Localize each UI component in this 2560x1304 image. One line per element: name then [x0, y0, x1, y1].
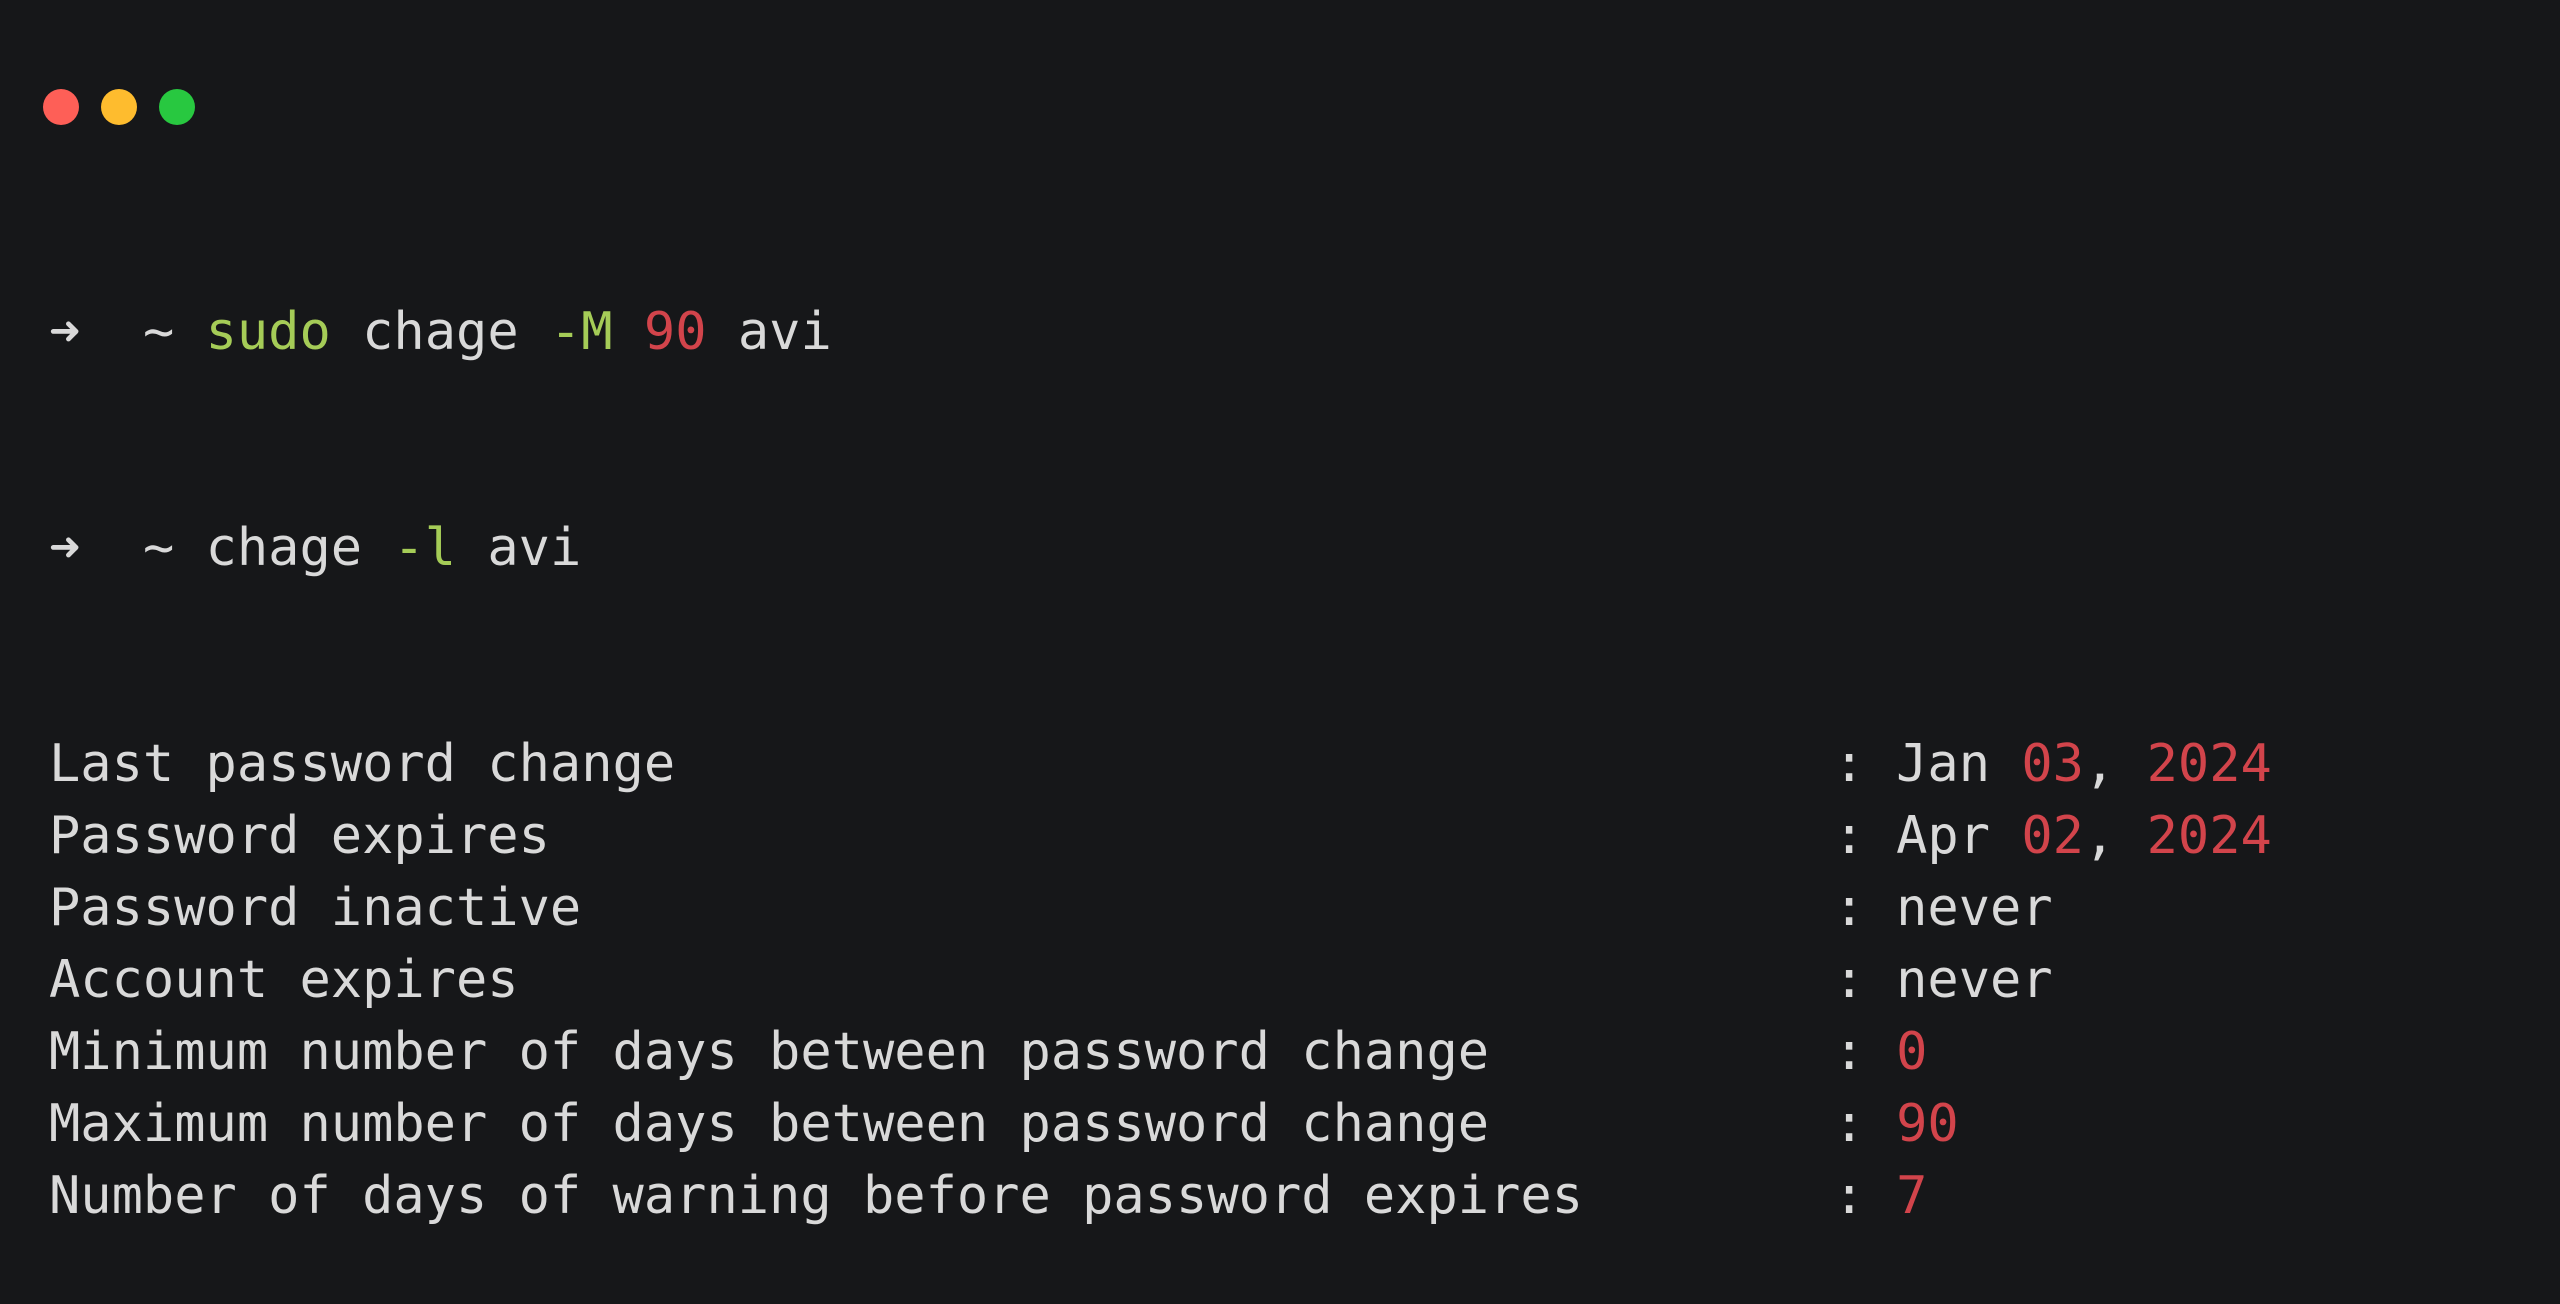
field-value: 03	[2021, 734, 2084, 794]
command: chage	[362, 302, 519, 362]
field-label: Password expires	[49, 806, 550, 866]
output-row: Account expires: never	[49, 944, 2272, 1016]
output-row: Minimum number of days between password …	[49, 1016, 2272, 1088]
separator: :	[1833, 734, 1865, 794]
separator: :	[1833, 1166, 1865, 1226]
field-value: ,	[2083, 734, 2147, 794]
maximize-button[interactable]	[159, 89, 195, 125]
output-row: Number of days of warning before passwor…	[49, 1160, 2272, 1232]
user-arg: avi	[737, 302, 832, 362]
cwd: ~	[142, 302, 175, 362]
output-row: Maximum number of days between password …	[49, 1088, 2272, 1160]
output-row: Password expires: Apr 02, 2024	[49, 800, 2272, 872]
field-label: Number of days of warning before passwor…	[49, 1166, 1584, 1226]
cwd: ~	[142, 518, 175, 578]
field-value: ,	[2083, 806, 2147, 866]
field-label: Password inactive	[49, 878, 582, 938]
command: chage	[205, 518, 363, 578]
command-line: ➜ ~ chage -l avi	[49, 512, 2272, 584]
output-row: Password inactive: never	[49, 872, 2272, 944]
user-arg: avi	[487, 518, 582, 578]
output-row: Last password change: Jan 03, 2024	[49, 728, 2272, 800]
separator: :	[1833, 950, 1865, 1010]
field-label: Minimum number of days between password …	[49, 1022, 1490, 1082]
field-value: 2024	[2146, 734, 2272, 794]
field-label: Account expires	[49, 950, 519, 1010]
separator: :	[1833, 806, 1865, 866]
number-arg: 90	[643, 302, 707, 362]
field-value: 0	[1896, 1022, 1928, 1082]
separator: :	[1833, 1094, 1865, 1154]
field-value: never	[1896, 950, 2053, 1010]
chage-output: Last password change: Jan 03, 2024 Passwo…	[49, 728, 2272, 1232]
flag: -l	[393, 518, 457, 578]
arrow-right-icon: ➜	[49, 302, 81, 362]
field-value: 2024	[2146, 806, 2272, 866]
window-controls	[43, 89, 195, 125]
minimize-button[interactable]	[101, 89, 137, 125]
flag: -M	[549, 302, 613, 362]
field-label: Maximum number of days between password …	[49, 1094, 1490, 1154]
field-value: 90	[1896, 1094, 1959, 1154]
field-value: never	[1896, 878, 2053, 938]
sudo-keyword: sudo	[205, 302, 331, 362]
command-line: ➜ ~ sudo chage -M 90 avi	[49, 296, 2272, 368]
field-value: 7	[1896, 1166, 1928, 1226]
separator: :	[1833, 878, 1865, 938]
close-button[interactable]	[43, 89, 79, 125]
field-value: Apr	[1896, 806, 2022, 866]
terminal-output: ➜ ~ sudo chage -M 90 avi ➜ ~ chage -l av…	[49, 152, 2272, 1304]
field-value: 02	[2021, 806, 2084, 866]
field-label: Last password change	[49, 734, 676, 794]
separator: :	[1833, 1022, 1865, 1082]
field-value: Jan	[1896, 734, 2022, 794]
arrow-right-icon: ➜	[49, 518, 81, 578]
